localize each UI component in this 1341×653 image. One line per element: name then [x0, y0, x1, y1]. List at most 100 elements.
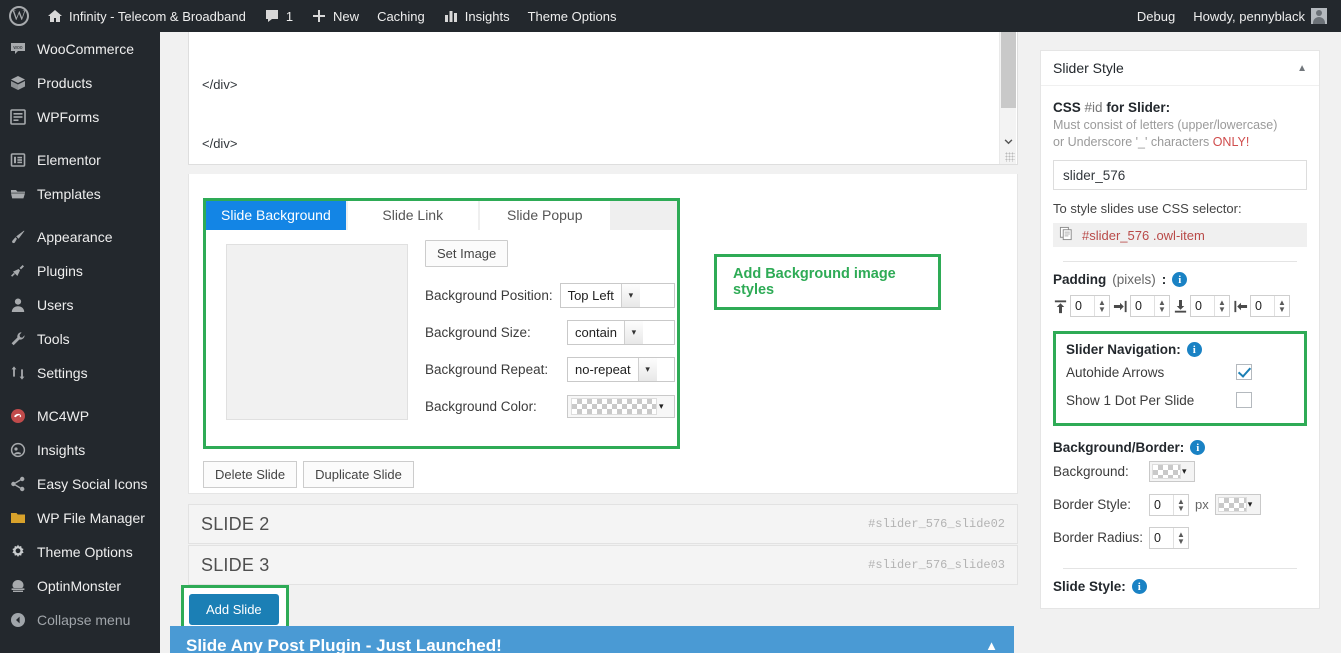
menu-separator — [0, 390, 160, 399]
sidebar-item-products[interactable]: Products — [0, 66, 160, 100]
editor-scrollbar[interactable] — [999, 32, 1017, 164]
show-dot-per-slide-label: Show 1 Dot Per Slide — [1066, 392, 1195, 408]
delete-slide-button[interactable]: Delete Slide — [203, 461, 298, 488]
chevron-down-icon: ▾ — [659, 401, 664, 411]
stepper[interactable]: ▲ ▼ — [1214, 296, 1229, 316]
sidebar-item-label: OptinMonster — [37, 578, 122, 594]
sidebar-item-optinmonster[interactable]: OptinMonster — [0, 569, 160, 603]
padding-left-input[interactable]: 0 ▲ ▼ — [1250, 295, 1290, 317]
tab-slide-background[interactable]: Slide Background — [206, 201, 346, 230]
stepper[interactable]: ▲ ▼ — [1173, 527, 1188, 548]
collapse-arrow-icon — [8, 610, 28, 630]
sidebar-item-appearance[interactable]: Appearance — [0, 220, 160, 254]
scrollbar-thumb[interactable] — [1001, 32, 1016, 108]
insights-icon — [8, 440, 28, 460]
html-code-editor[interactable]: </div> </div> <p class="team-col-content… — [188, 32, 1018, 165]
caching-link[interactable]: Caching — [368, 0, 434, 32]
sidebar-item-users[interactable]: Users — [0, 288, 160, 322]
chevron-down-icon: ▾ — [637, 358, 657, 381]
sidebar-item-theme-options[interactable]: Theme Options — [0, 535, 160, 569]
collapse-menu-button[interactable]: Collapse menu — [0, 603, 160, 637]
show-dot-per-slide-checkbox[interactable] — [1236, 392, 1252, 408]
padding-label-light: (pixels) — [1112, 272, 1156, 287]
slide-id: #slider_576_slide02 — [868, 517, 1005, 531]
wp-logo-button[interactable]: W — [0, 0, 38, 32]
slide-style-label: Slide Style: i — [1053, 579, 1307, 594]
stepper[interactable]: ▲ ▼ — [1173, 494, 1188, 515]
sidebar-item-label: WP File Manager — [37, 510, 145, 526]
caret-up-icon[interactable]: ▲ — [985, 638, 998, 653]
stepper[interactable]: ▲ ▼ — [1274, 296, 1289, 316]
insights-link[interactable]: Insights — [434, 0, 519, 32]
css-id-label-bold: CSS — [1053, 100, 1081, 115]
padding-bottom-control: 0 ▲ ▼ — [1173, 295, 1230, 317]
code-text-area[interactable]: </div> </div> <p class="team-col-content… — [189, 32, 983, 164]
sidebar-item-mc4wp[interactable]: MC4WP — [0, 399, 160, 433]
sidebar-item-label: Templates — [37, 186, 101, 202]
background-color-picker[interactable]: ▾ — [1149, 461, 1195, 482]
chevron-down-icon[interactable] — [1000, 134, 1017, 151]
css-id-input[interactable] — [1053, 160, 1307, 190]
comments-link[interactable]: 1 — [255, 0, 302, 32]
padding-right-input[interactable]: 0 ▲ ▼ — [1130, 295, 1170, 317]
border-radius-input[interactable]: 0 ▲ ▼ — [1149, 526, 1189, 549]
css-selector-copy-row[interactable]: #slider_576 .owl-item — [1053, 223, 1307, 247]
triangle-up-icon[interactable]: ▲ — [1297, 63, 1307, 74]
background-color-picker[interactable]: ▾ — [567, 395, 675, 418]
sidebar-item-insights[interactable]: Insights — [0, 433, 160, 467]
tab-slide-popup[interactable]: Slide Popup — [479, 201, 610, 230]
plugin-promo-banner[interactable]: Slide Any Post Plugin - Just Launched! ▲ — [170, 626, 1014, 653]
slide-background-panel: Set Image Background Position: Top Left … — [206, 230, 677, 449]
background-repeat-value: no-repeat — [575, 362, 631, 377]
info-icon[interactable]: i — [1186, 342, 1202, 357]
tab-slide-link[interactable]: Slide Link — [347, 201, 478, 230]
sidebar-item-label: Users — [37, 297, 74, 313]
debug-link[interactable]: Debug — [1128, 0, 1184, 32]
sidebar-item-tools[interactable]: Tools — [0, 322, 160, 356]
info-icon[interactable]: i — [1190, 440, 1206, 455]
autohide-arrows-checkbox[interactable] — [1236, 364, 1252, 380]
slider-style-header[interactable]: Slider Style ▲ — [1041, 51, 1319, 86]
slide-row[interactable]: SLIDE 2 #slider_576_slide02 — [188, 504, 1018, 544]
sidebar-item-label: Insights — [37, 442, 86, 458]
sidebar-item-wpforms[interactable]: WPForms — [0, 100, 160, 134]
theme-options-link[interactable]: Theme Options — [519, 0, 626, 32]
background-size-select[interactable]: contain ▾ — [567, 320, 675, 345]
site-name-link[interactable]: Infinity - Telecom & Broadband — [38, 0, 255, 32]
info-icon[interactable]: i — [1131, 579, 1147, 594]
copy-icon[interactable] — [1059, 226, 1074, 244]
padding-label-bold: Padding — [1053, 272, 1107, 287]
sidebar-item-easy-social-icons[interactable]: Easy Social Icons — [0, 467, 160, 501]
set-image-button[interactable]: Set Image — [425, 240, 509, 267]
background-repeat-select[interactable]: no-repeat ▾ — [567, 357, 675, 382]
add-slide-button[interactable]: Add Slide — [189, 594, 279, 625]
slide-title: SLIDE 3 — [201, 554, 270, 575]
duplicate-slide-button[interactable]: Duplicate Slide — [303, 461, 414, 488]
sidebar-item-plugins[interactable]: Plugins — [0, 254, 160, 288]
background-position-value: Top Left — [567, 288, 614, 303]
background-image-preview[interactable] — [226, 244, 408, 420]
new-content-link[interactable]: New — [302, 0, 368, 32]
sidebar-item-settings[interactable]: Settings — [0, 356, 160, 390]
css-id-hint-line2: or Underscore '_' characters — [1053, 135, 1213, 149]
my-account-link[interactable]: Howdy, pennyblack — [1184, 0, 1341, 32]
mailchimp-icon — [8, 406, 28, 426]
border-style-input[interactable]: 0 ▲ ▼ — [1149, 493, 1189, 516]
stepper[interactable]: ▲ ▼ — [1154, 296, 1169, 316]
sidebar-item-templates[interactable]: Templates — [0, 177, 160, 211]
slide-row[interactable]: SLIDE 3 #slider_576_slide03 — [188, 545, 1018, 585]
sidebar-item-label: Appearance — [37, 229, 113, 245]
woocommerce-icon: woo — [8, 39, 28, 59]
admin-sidebar-menu: woo WooCommerce Products WPForms Element… — [0, 32, 160, 653]
sidebar-item-woocommerce[interactable]: woo WooCommerce — [0, 32, 160, 66]
sidebar-item-elementor[interactable]: Elementor — [0, 143, 160, 177]
padding-top-input[interactable]: 0 ▲ ▼ — [1070, 295, 1110, 317]
stepper[interactable]: ▲ ▼ — [1094, 296, 1109, 316]
background-position-select[interactable]: Top Left ▾ — [559, 283, 675, 308]
padding-bottom-input[interactable]: 0 ▲ ▼ — [1190, 295, 1230, 317]
info-icon[interactable]: i — [1172, 272, 1188, 287]
border-color-picker[interactable]: ▾ — [1214, 494, 1261, 515]
resize-grip-icon[interactable] — [1005, 152, 1015, 162]
sidebar-item-wp-file-manager[interactable]: WP File Manager — [0, 501, 160, 535]
sidebar-item-label: Easy Social Icons — [37, 476, 148, 492]
